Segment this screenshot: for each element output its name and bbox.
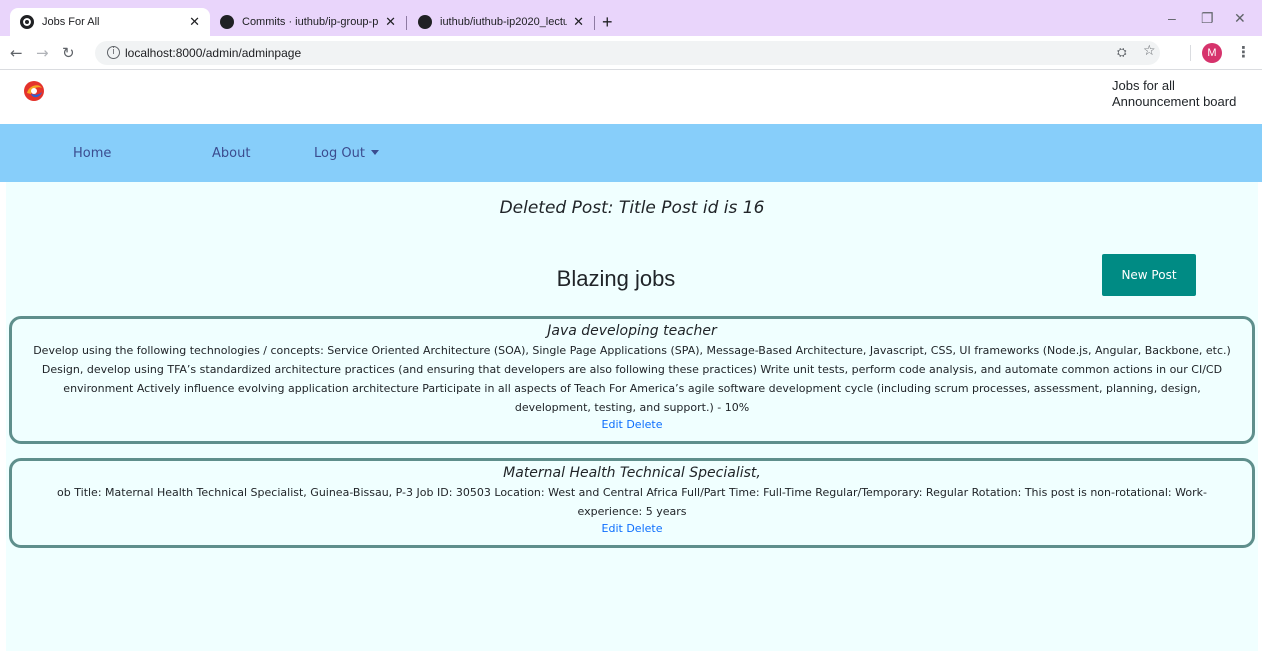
forward-icon[interactable]: → xyxy=(36,44,49,62)
profile-avatar[interactable]: M xyxy=(1202,43,1222,63)
post-actions: Edit Delete xyxy=(26,417,1238,432)
delete-post-link[interactable]: Delete xyxy=(626,418,662,431)
web-page: Jobs for all Announcement board Home Abo… xyxy=(0,70,1262,651)
bookmark-star-icon[interactable]: ☆ xyxy=(1143,43,1156,59)
edit-post-link[interactable]: Edit xyxy=(602,522,623,535)
post-card: Java developing teacher Develop using th… xyxy=(9,316,1255,444)
browser-tabstrip: Jobs For All ✕ Commits · iuthub/ip-group… xyxy=(0,0,1262,36)
brand-line-2: Announcement board xyxy=(1112,94,1237,109)
site-info-icon[interactable]: i xyxy=(107,46,120,59)
browser-menu-icon[interactable]: ⋮ xyxy=(1236,43,1251,61)
post-card: Maternal Health Technical Specialist, ob… xyxy=(9,458,1255,548)
post-actions: Edit Delete xyxy=(26,521,1238,536)
window-close-button[interactable]: ✕ xyxy=(1234,10,1246,27)
tab-commits[interactable]: Commits · iuthub/ip-group-proje ✕ xyxy=(210,8,406,36)
address-bar[interactable]: i localhost:8000/admin/adminpage ⛭ ☆ xyxy=(95,41,1160,65)
edit-post-link[interactable]: Edit xyxy=(602,418,623,431)
tab-lecture9[interactable]: iuthub/iuthub-ip2020_lecture9_b ✕ xyxy=(408,8,594,36)
chrome-icon xyxy=(20,15,34,29)
tab-separator xyxy=(594,16,595,30)
nav-home-link[interactable]: Home xyxy=(73,146,111,161)
restore-button[interactable]: ❐ xyxy=(1201,10,1214,27)
reload-icon[interactable]: ↻ xyxy=(62,44,75,62)
status-message: Deleted Post: Title Post id is 16 xyxy=(499,198,765,218)
tab-title: iuthub/iuthub-ip2020_lecture9_b xyxy=(440,16,568,28)
brand-line-1: Jobs for all xyxy=(1112,78,1175,93)
site-header: Jobs for all Announcement board xyxy=(0,70,1262,124)
minimize-button[interactable]: – xyxy=(1168,10,1176,26)
translate-icon[interactable]: ⛭ xyxy=(1117,45,1127,60)
logo-icon[interactable] xyxy=(23,80,45,102)
close-tab-icon[interactable]: ✕ xyxy=(573,14,584,30)
close-tab-icon[interactable]: ✕ xyxy=(189,14,200,30)
delete-post-link[interactable]: Delete xyxy=(626,522,662,535)
main-navbar: Home About Log Out xyxy=(0,124,1262,182)
close-tab-icon[interactable]: ✕ xyxy=(385,14,396,30)
github-icon xyxy=(220,15,234,29)
new-tab-button[interactable]: + xyxy=(602,12,613,33)
github-icon xyxy=(418,15,432,29)
browser-toolbar: ← → ↻ i localhost:8000/admin/adminpage ⛭… xyxy=(0,36,1262,70)
caret-down-icon xyxy=(370,150,379,155)
tab-title: Jobs For All xyxy=(42,16,100,28)
post-description: Develop using the following technologies… xyxy=(33,344,1231,414)
post-title: Java developing teacher xyxy=(547,323,717,339)
new-post-button[interactable]: New Post xyxy=(1102,254,1196,296)
main-content: Deleted Post: Title Post id is 16 Blazin… xyxy=(6,182,1258,651)
post-description: ob Title: Maternal Health Technical Spec… xyxy=(57,486,1207,518)
back-icon[interactable]: ← xyxy=(10,44,23,62)
tab-title: Commits · iuthub/ip-group-proje xyxy=(242,16,379,28)
tab-jobs-for-all[interactable]: Jobs For All ✕ xyxy=(10,8,210,36)
nav-logout-label: Log Out xyxy=(314,146,365,161)
address-url[interactable]: localhost:8000/admin/adminpage xyxy=(125,46,301,60)
tab-separator xyxy=(406,16,407,30)
page-title: Blazing jobs xyxy=(556,266,676,291)
nav-logout-dropdown[interactable]: Log Out xyxy=(314,146,379,161)
nav-about-link[interactable]: About xyxy=(212,146,250,161)
toolbar-divider xyxy=(1190,45,1191,61)
site-brand: Jobs for all Announcement board xyxy=(1112,78,1236,110)
post-title: Maternal Health Technical Specialist, xyxy=(503,465,761,481)
